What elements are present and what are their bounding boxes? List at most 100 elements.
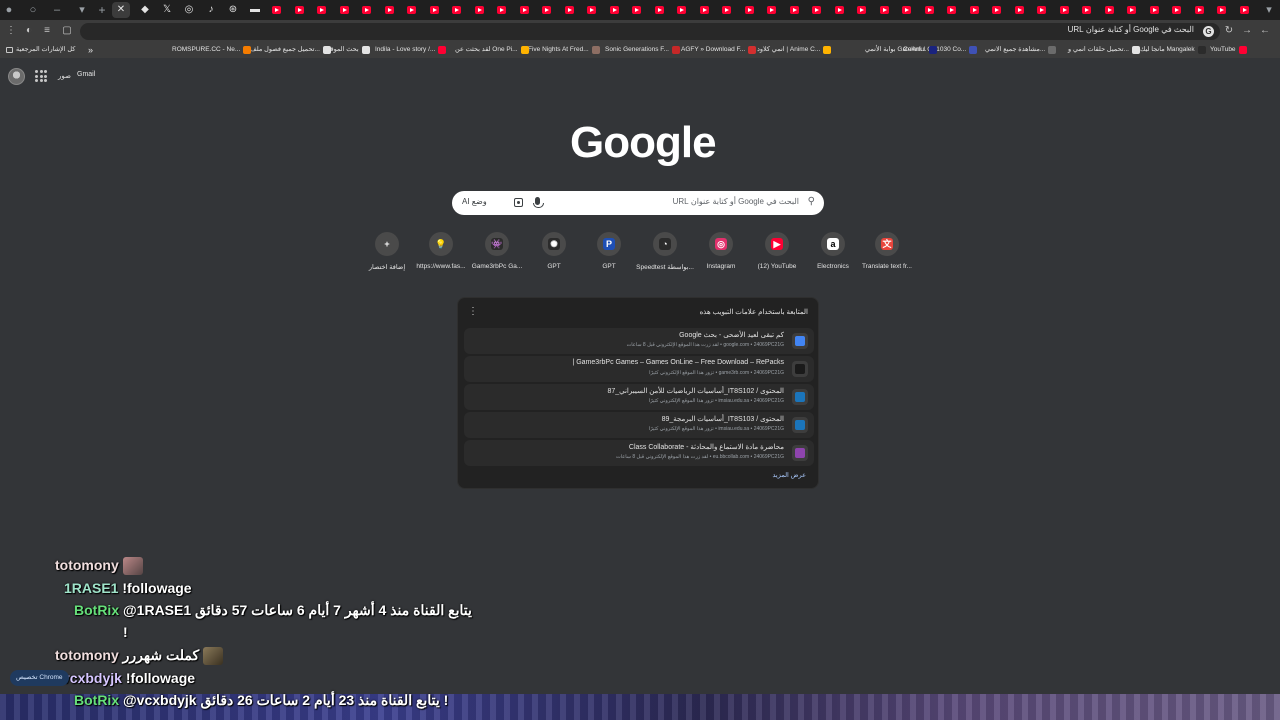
tab-youtube[interactable] [651, 2, 669, 18]
tab-x[interactable]: 𝕏 [158, 2, 176, 18]
tab-youtube[interactable] [561, 2, 579, 18]
tab-youtube[interactable] [606, 2, 624, 18]
mic-icon[interactable] [533, 197, 544, 208]
tab-youtube[interactable] [988, 2, 1006, 18]
tab-youtube[interactable] [718, 2, 736, 18]
tab-youtube[interactable] [358, 2, 376, 18]
tab-youtube[interactable] [808, 2, 826, 18]
apps-grid-icon[interactable] [35, 70, 47, 82]
bookmark-item[interactable]: YouTube [1210, 44, 1247, 56]
tab-youtube[interactable] [696, 2, 714, 18]
bookmark-item[interactable]: تحميل جميع فصول ملف... [250, 44, 331, 56]
omnibox[interactable]: البحث في Google أو كتابة عنوان URL G [80, 23, 1220, 40]
tab-youtube[interactable] [1011, 2, 1029, 18]
tab-youtube[interactable] [1146, 2, 1164, 18]
tab-youtube[interactable] [1168, 2, 1186, 18]
tab-active[interactable]: ✕ [112, 2, 130, 18]
tab-youtube[interactable] [1056, 2, 1074, 18]
tab-youtube[interactable] [538, 2, 556, 18]
tab-youtube[interactable] [381, 2, 399, 18]
forward-icon[interactable]: → [1240, 24, 1254, 38]
close-icon[interactable]: ✕ [112, 3, 130, 17]
tab-youtube[interactable] [628, 2, 646, 18]
omnibox-text[interactable]: البحث في Google أو كتابة عنوان URL [1068, 25, 1194, 34]
search-box[interactable]: AI وضع البحث في Google أو كتابة عنوان UR… [452, 191, 824, 215]
bookmark-item[interactable]: ROMSPURE.CC - Ne... [172, 44, 252, 56]
bookmark-item[interactable]: Five Nights At Fred... [528, 44, 600, 56]
tab-youtube[interactable] [291, 2, 309, 18]
shortcut-tile[interactable]: a Electronics [801, 232, 865, 276]
tab-youtube[interactable] [921, 2, 939, 18]
tab[interactable]: ◎ [180, 2, 198, 18]
tab-youtube[interactable] [898, 2, 916, 18]
lens-icon[interactable] [514, 198, 523, 207]
bookmark-item[interactable]: لقد بحثت عن One Pi... [455, 44, 529, 56]
bookmark-item[interactable]: انمي كلاود | Anime C... [757, 44, 832, 56]
tab-youtube[interactable] [516, 2, 534, 18]
downloads-icon[interactable]: ≡ [40, 24, 54, 38]
window-close-dot[interactable]: ● [2, 3, 16, 17]
tab-youtube[interactable] [1123, 2, 1141, 18]
recent-tab-item[interactable]: محاضرة مادة الاستماع والمحادثة - Class C… [464, 440, 814, 466]
shortcut-tile[interactable]: ▶ (12) YouTube [745, 232, 809, 276]
bookmark-item[interactable]: Indila - Love story /... [375, 44, 447, 56]
recent-tab-item[interactable]: Game3rbPc Games – Games OnLine – Free Do… [464, 356, 814, 382]
tab-youtube[interactable] [1213, 2, 1231, 18]
bookmark-item[interactable]: بوابة الأنمي GateAni... [865, 44, 938, 56]
tab-youtube[interactable] [786, 2, 804, 18]
tab-youtube[interactable] [1078, 2, 1096, 18]
shortcut-tile[interactable]: ◔ Speedtest بواسطة... [633, 232, 697, 276]
tab-youtube[interactable] [741, 2, 759, 18]
recent-tab-item[interactable]: المحتوى / IT8S102_أساسيات الرياضيات للأم… [464, 384, 814, 410]
avatar[interactable] [8, 68, 25, 85]
shortcut-tile[interactable]: P GPT [577, 232, 641, 276]
all-bookmarks[interactable]: كل الإشارات المرجعية [6, 44, 75, 56]
window-maximize-dot[interactable]: – [50, 3, 64, 17]
recent-tab-item[interactable]: المحتوى / IT8S103_أساسيات البرمجة_89 imsi… [464, 412, 814, 438]
card-menu-icon[interactable]: ⋮ [468, 306, 478, 317]
shortcut-tile[interactable]: ◎ Instagram [689, 232, 753, 276]
new-tab-icon[interactable]: + [95, 3, 109, 17]
tab-youtube[interactable] [1033, 2, 1051, 18]
tab-youtube[interactable] [966, 2, 984, 18]
bookmark-item[interactable]: تحميل حلقات انمي و... [1068, 44, 1140, 56]
tab[interactable]: ◆ [136, 2, 154, 18]
tab-youtube[interactable] [1101, 2, 1119, 18]
tab-youtube[interactable] [583, 2, 601, 18]
tab-youtube[interactable] [831, 2, 849, 18]
menu-icon[interactable]: ⋮ [4, 24, 18, 38]
profile-icon[interactable]: ◐ [22, 24, 36, 38]
bookmarks-overflow[interactable]: » [88, 44, 93, 56]
show-more-link[interactable]: عرض المزيد [773, 471, 806, 479]
reload-icon[interactable]: ↻ [1222, 24, 1236, 38]
tab-youtube[interactable] [853, 2, 871, 18]
gmail-link[interactable]: Gmail [77, 71, 95, 78]
back-icon[interactable]: ← [1258, 24, 1272, 38]
shortcut-tile[interactable]: 👾 Game3rbPc Ga... [465, 232, 529, 276]
tab-menu-icon[interactable]: ▾ [1262, 3, 1276, 17]
shortcut-tile[interactable]: + إضافة اختصار [355, 232, 419, 276]
tab-youtube[interactable] [448, 2, 466, 18]
images-link[interactable]: صور [58, 72, 71, 80]
tab-youtube[interactable] [673, 2, 691, 18]
tab-search-icon[interactable]: ▾ [75, 3, 89, 17]
tab[interactable]: ⊛ [224, 2, 242, 18]
customize-chrome-button[interactable]: تخصيص Chrome [10, 670, 69, 686]
bookmark-item[interactable]: مانجا ليك Mangalek [1140, 44, 1206, 56]
tab-youtube[interactable] [1191, 2, 1209, 18]
tab-youtube[interactable] [1236, 2, 1254, 18]
tab-youtube[interactable] [943, 2, 961, 18]
tab-youtube[interactable] [313, 2, 331, 18]
tab-youtube[interactable] [426, 2, 444, 18]
tab-youtube[interactable] [471, 2, 489, 18]
tab-youtube[interactable] [493, 2, 511, 18]
search-input[interactable]: البحث في Google أو كتابة عنوان URL [673, 197, 799, 206]
bookmark-item[interactable]: Sonic Generations F... [605, 44, 680, 56]
tab-youtube[interactable] [336, 2, 354, 18]
window-minimize-dot[interactable]: ○ [26, 3, 40, 17]
tab[interactable]: ▬ [246, 2, 264, 18]
bookmark-item[interactable]: AGFY » Download F... [681, 44, 757, 56]
recent-tab-item[interactable]: كم تبقى لعيد الأضحى - بحث Google google.c… [464, 328, 814, 354]
tab-youtube[interactable] [876, 2, 894, 18]
tab-youtube[interactable] [763, 2, 781, 18]
